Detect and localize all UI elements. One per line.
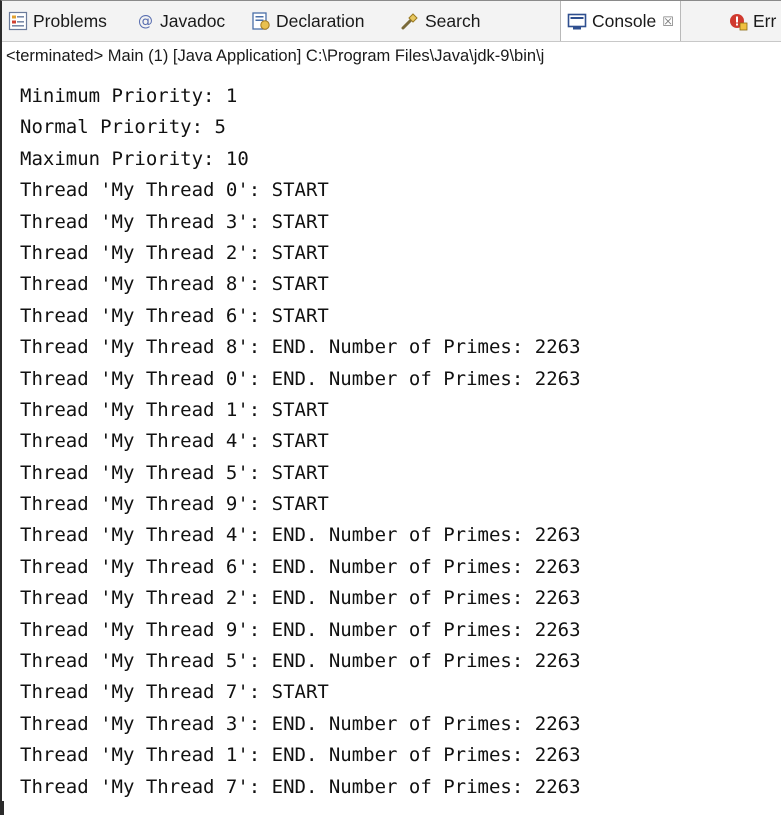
console-line: Thread 'My Thread 6': END. Number of Pri… (20, 555, 581, 578)
svg-text:@: @ (138, 12, 153, 30)
console-line: Thread 'My Thread 5': START (20, 461, 329, 484)
console-line: Normal Priority: 5 (20, 116, 226, 139)
tab-error-log-label: Err (753, 10, 777, 31)
tab-search[interactable]: Search (400, 1, 480, 41)
console-icon (567, 12, 587, 32)
tab-console-label: Console (592, 11, 657, 31)
tab-javadoc[interactable]: @ Javadoc (137, 1, 225, 41)
console-output[interactable]: Minimum Priority: 1 Normal Priority: 5 Max… (2, 81, 781, 803)
console-line: Thread 'My Thread 4': END. Number of Pri… (20, 524, 581, 547)
console-line: Thread 'My Thread 4': START (20, 430, 329, 453)
tab-search-label: Search (425, 10, 481, 31)
view-tab-bar: Problems @ Javadoc Declaration Search Co… (2, 1, 781, 42)
console-line: Thread 'My Thread 2': START (20, 241, 329, 264)
declaration-icon (251, 11, 271, 31)
tab-declaration[interactable]: Declaration (251, 1, 365, 41)
console-line: Thread 'My Thread 1': END. Number of Pri… (20, 744, 581, 767)
console-line: Thread 'My Thread 5': END. Number of Pri… (20, 650, 581, 673)
console-line: Maximun Priority: 10 (20, 147, 249, 170)
console-line: Thread 'My Thread 0': START (20, 179, 329, 202)
tab-console[interactable]: Console ☒ (560, 1, 681, 41)
console-line: Thread 'My Thread 8': START (20, 273, 329, 296)
console-line: Thread 'My Thread 2': END. Number of Pri… (20, 587, 581, 610)
console-view: Problems @ Javadoc Declaration Search Co… (0, 0, 781, 815)
tab-problems-label: Problems (33, 10, 107, 31)
close-icon[interactable]: ☒ (662, 14, 674, 30)
console-line: Minimum Priority: 1 (20, 85, 238, 107)
error-log-icon (728, 11, 748, 31)
console-line: Thread 'My Thread 9': END. Number of Pri… (20, 618, 581, 641)
search-flashlight-icon (400, 11, 420, 31)
console-line: Thread 'My Thread 1': START (20, 398, 329, 421)
console-line: Thread 'My Thread 8': END. Number of Pri… (20, 336, 581, 359)
process-status-line: <terminated> Main (1) [Java Application]… (6, 47, 545, 65)
console-line: Thread 'My Thread 7': START (20, 681, 329, 704)
tab-javadoc-label: Javadoc (160, 10, 226, 31)
console-line: Thread 'My Thread 3': START (20, 210, 329, 233)
javadoc-at-icon: @ (137, 11, 155, 31)
left-border-marker (2, 801, 4, 815)
console-line: Thread 'My Thread 0': END. Number of Pri… (20, 367, 581, 390)
problems-icon (8, 11, 28, 31)
console-line: Thread 'My Thread 9': START (20, 493, 329, 516)
console-line: Thread 'My Thread 7': END. Number of Pri… (20, 775, 581, 798)
console-line: Thread 'My Thread 3': END. Number of Pri… (20, 712, 581, 735)
console-line: Thread 'My Thread 6': START (20, 304, 329, 327)
tab-problems[interactable]: Problems (8, 1, 107, 41)
tab-declaration-label: Declaration (276, 10, 365, 31)
tab-error-log[interactable]: Err (728, 1, 776, 41)
